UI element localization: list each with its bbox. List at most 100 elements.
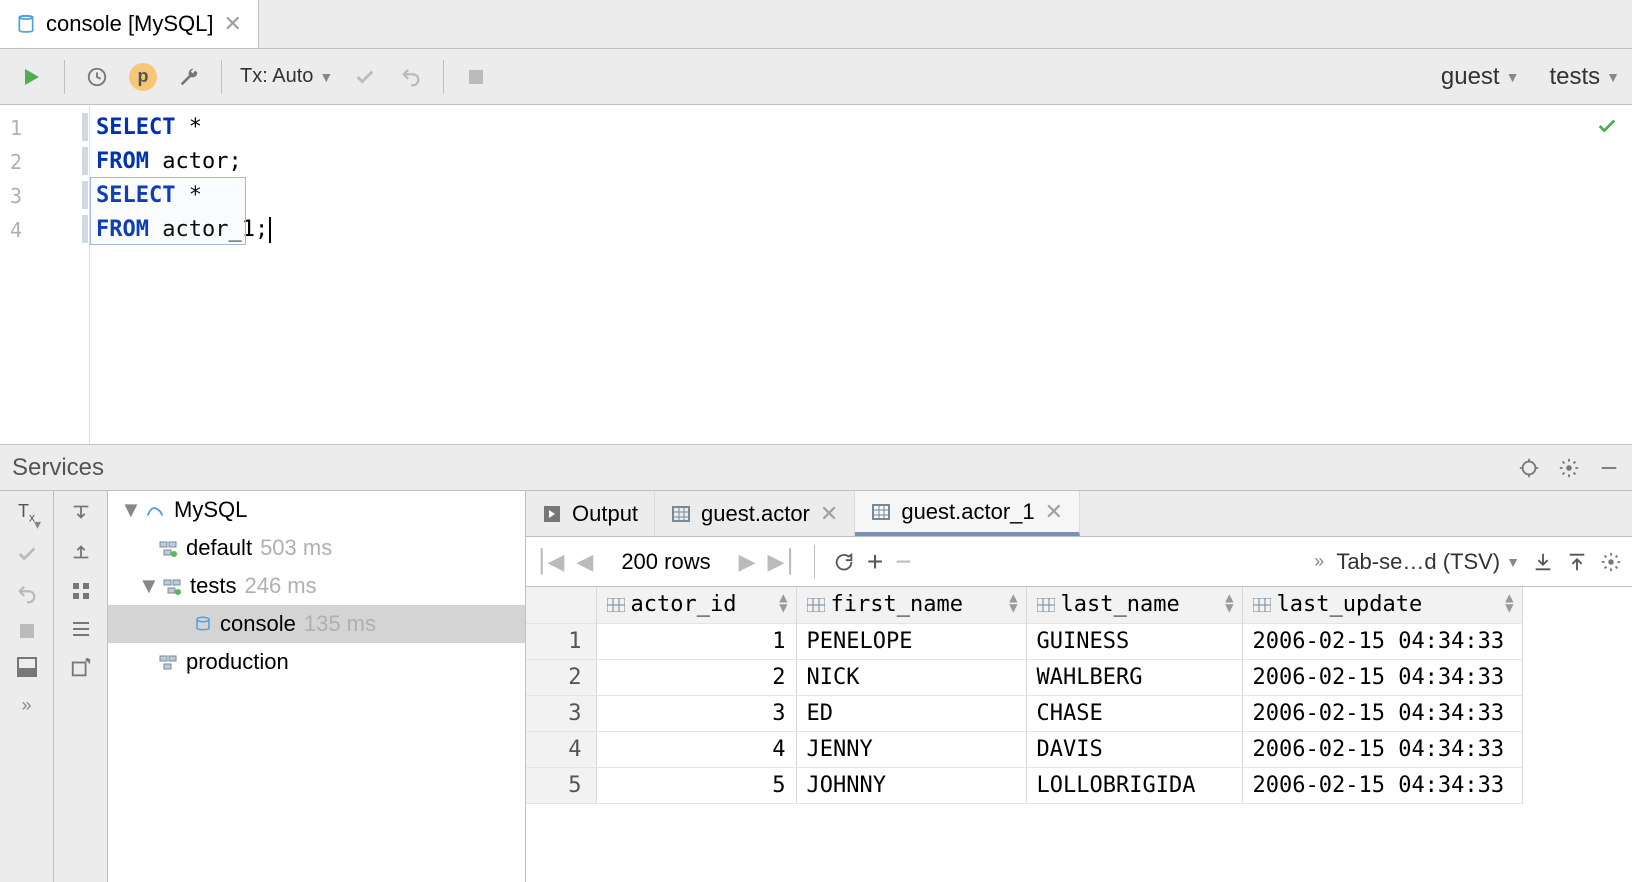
tab-guest-actor-1[interactable]: guest.actor_1 ✕ [855,491,1080,536]
row-number: 5 [526,767,596,803]
tree-item-production[interactable]: production [108,643,525,681]
column-header-last_update[interactable]: last_update▲▼ [1242,587,1522,623]
column-header-first_name[interactable]: first_name▲▼ [796,587,1026,623]
tree-root-mysql[interactable]: ▼ MySQL [108,491,525,529]
cell[interactable]: JOHNNY [796,767,1026,803]
expand-icon[interactable]: » [21,695,31,716]
table-row[interactable]: 55JOHNNYLOLLOBRIGIDA2006-02-15 04:34:33 [526,767,1522,803]
editor-gutter: 1 2 3 4 [0,105,90,444]
upload-button[interactable] [1566,551,1588,573]
grid-settings-button[interactable] [1600,551,1622,573]
stop-icon[interactable] [19,623,35,639]
cell[interactable]: 2 [596,659,796,695]
cell[interactable]: NICK [796,659,1026,695]
schema-icon [158,652,178,672]
close-icon[interactable]: ✕ [820,501,838,527]
user-select[interactable]: guest ▼ [1441,63,1520,91]
cell[interactable]: GUINESS [1026,623,1242,659]
cell[interactable]: 2006-02-15 04:34:33 [1242,623,1522,659]
services-left-toolbar-2 [54,491,108,882]
row-number: 1 [526,623,596,659]
mysql-icon [144,499,166,521]
remove-row-button[interactable]: − [895,546,911,578]
close-icon[interactable]: ✕ [224,11,242,37]
group-icon[interactable] [71,581,91,601]
collapse-icon[interactable] [70,501,92,523]
services-tree[interactable]: ▼ MySQL default 503 ms ▼ tests 246 ms [108,491,526,882]
add-tab-icon[interactable] [70,657,92,679]
cell[interactable]: ED [796,695,1026,731]
row-number: 4 [526,731,596,767]
column-header-last_name[interactable]: last_name▲▼ [1026,587,1242,623]
export-format-select[interactable]: Tab-se…d (TSV) ▼ [1336,549,1520,575]
cell[interactable]: 2006-02-15 04:34:33 [1242,731,1522,767]
row-number: 2 [526,659,596,695]
tx-icon[interactable]: Tx▾ [18,501,35,525]
cell[interactable]: 5 [596,767,796,803]
table-row[interactable]: 33EDCHASE2006-02-15 04:34:33 [526,695,1522,731]
run-button[interactable] [12,57,52,97]
results-tabs: Output guest.actor ✕ guest.actor_1 ✕ [526,491,1632,537]
table-row[interactable]: 44JENNYDAVIS2006-02-15 04:34:33 [526,731,1522,767]
file-tab-title: console [MySQL] [46,11,214,37]
cell[interactable]: 1 [596,623,796,659]
commit-button[interactable] [345,57,385,97]
chevron-down-icon: ▼ [1506,69,1520,85]
tab-output[interactable]: Output [526,491,655,536]
code-line: FROM actor_1; [96,213,1632,247]
schema-icon [158,538,178,558]
history-button[interactable] [77,57,117,97]
cell[interactable]: 4 [596,731,796,767]
last-page-button[interactable]: ▶⎮ [768,549,796,575]
cell[interactable]: LOLLOBRIGIDA [1026,767,1242,803]
chevron-down-icon: ▼ [319,69,333,85]
data-grid[interactable]: actor_id▲▼first_name▲▼last_name▲▼last_up… [526,587,1632,882]
table-row[interactable]: 11PENELOPEGUINESS2006-02-15 04:34:33 [526,623,1522,659]
expand-tree-icon[interactable] [70,541,92,563]
close-icon[interactable]: ✕ [1045,499,1063,525]
tx-mode-select[interactable]: Tx: Auto ▼ [234,65,339,88]
inspection-ok-icon[interactable] [1596,115,1618,137]
schema-button[interactable]: p [123,57,163,97]
layout-icon[interactable] [17,657,37,677]
cell[interactable]: 2006-02-15 04:34:33 [1242,659,1522,695]
editor-code[interactable]: SELECT * FROM actor; SELECT * FROM actor… [90,105,1632,444]
add-row-button[interactable]: + [867,546,883,578]
cell[interactable]: DAVIS [1026,731,1242,767]
prev-page-button[interactable]: ◀ [576,549,593,575]
commit-icon[interactable] [16,543,38,565]
column-header-actor_id[interactable]: actor_id▲▼ [596,587,796,623]
table-row[interactable]: 22NICKWAHLBERG2006-02-15 04:34:33 [526,659,1522,695]
locate-icon[interactable] [1518,457,1540,479]
schema-select[interactable]: tests ▼ [1549,63,1620,91]
tree-item-console[interactable]: console 135 ms [108,605,525,643]
cell[interactable]: 2006-02-15 04:34:33 [1242,695,1522,731]
rollback-icon[interactable] [16,583,38,605]
cell[interactable]: WAHLBERG [1026,659,1242,695]
download-button[interactable] [1532,551,1554,573]
tree-item-default[interactable]: default 503 ms [108,529,525,567]
list-icon[interactable] [71,619,91,639]
tab-guest-actor[interactable]: guest.actor ✕ [655,491,855,536]
reload-button[interactable] [833,551,855,573]
chevron-down-icon: ▼ [1606,69,1620,85]
minimize-icon[interactable] [1598,457,1620,479]
cell[interactable]: JENNY [796,731,1026,767]
gear-icon[interactable] [1558,457,1580,479]
cell[interactable]: PENELOPE [796,623,1026,659]
cell[interactable]: 2006-02-15 04:34:33 [1242,767,1522,803]
rollback-button[interactable] [391,57,431,97]
chevron-down-icon: ▼ [138,573,154,599]
first-page-button[interactable]: ⎮◀ [536,549,564,575]
next-page-button[interactable]: ▶ [739,549,756,575]
file-tab-console[interactable]: console [MySQL] ✕ [0,0,259,48]
settings-wrench-button[interactable] [169,57,209,97]
row-number: 3 [526,695,596,731]
code-line: SELECT * [96,111,1632,145]
cell[interactable]: 3 [596,695,796,731]
cell[interactable]: CHASE [1026,695,1242,731]
tree-item-tests[interactable]: ▼ tests 246 ms [108,567,525,605]
sql-editor[interactable]: 1 2 3 4 SELECT * FROM actor; SELECT * FR… [0,105,1632,445]
more-icon[interactable]: » [1314,551,1324,572]
stop-button[interactable] [456,57,496,97]
